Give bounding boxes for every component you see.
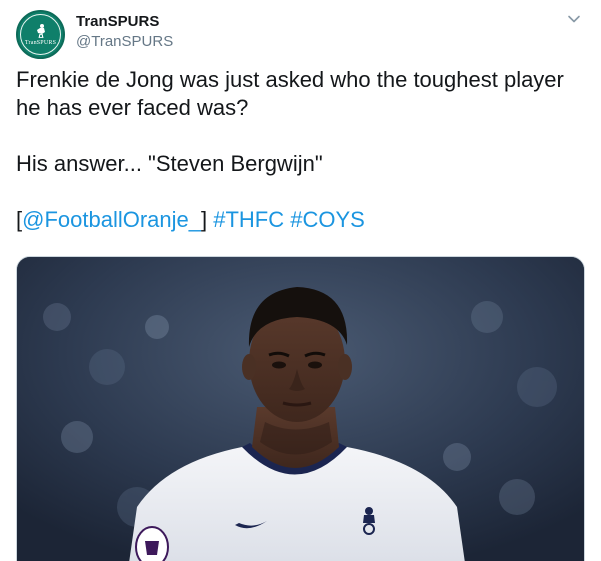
mention-link[interactable]: @FootballOranje_ [22,207,201,232]
author-handle[interactable]: @TranSPURS [76,32,173,52]
tweet-line: His answer... "Steven Bergwijn" [16,151,323,176]
author-display-name[interactable]: TranSPURS [76,12,173,32]
avatar[interactable]: TranSPURS [16,10,65,59]
chevron-down-icon[interactable] [567,12,581,26]
tweet-tags-line: [@FootballOranje_] #THFC #COYS [16,206,591,234]
hashtag-thfc-link[interactable]: #THFC [213,207,284,232]
hashtag-coys-link[interactable]: #COYS [290,207,365,232]
author-names: TranSPURS @TranSPURS [76,12,173,52]
tweet-line: Frenkie de Jong was just asked who the t… [16,67,564,92]
tweet-text: Frenkie de Jong was just asked who the t… [16,66,591,234]
player-photo [17,257,584,561]
cockerel-icon [36,24,45,39]
tweet-media-photo[interactable] [16,256,585,561]
tweet-header: TranSPURS TranSPURS @TranSPURS [16,10,585,59]
avatar-label: TranSPURS [24,40,57,46]
avatar-badge: TranSPURS [20,14,61,55]
tweet-line: he has ever faced was? [16,95,249,120]
bracket-close: ] [201,207,208,232]
tweet-card[interactable]: TranSPURS TranSPURS @TranSPURS Frenkie d… [0,0,601,561]
